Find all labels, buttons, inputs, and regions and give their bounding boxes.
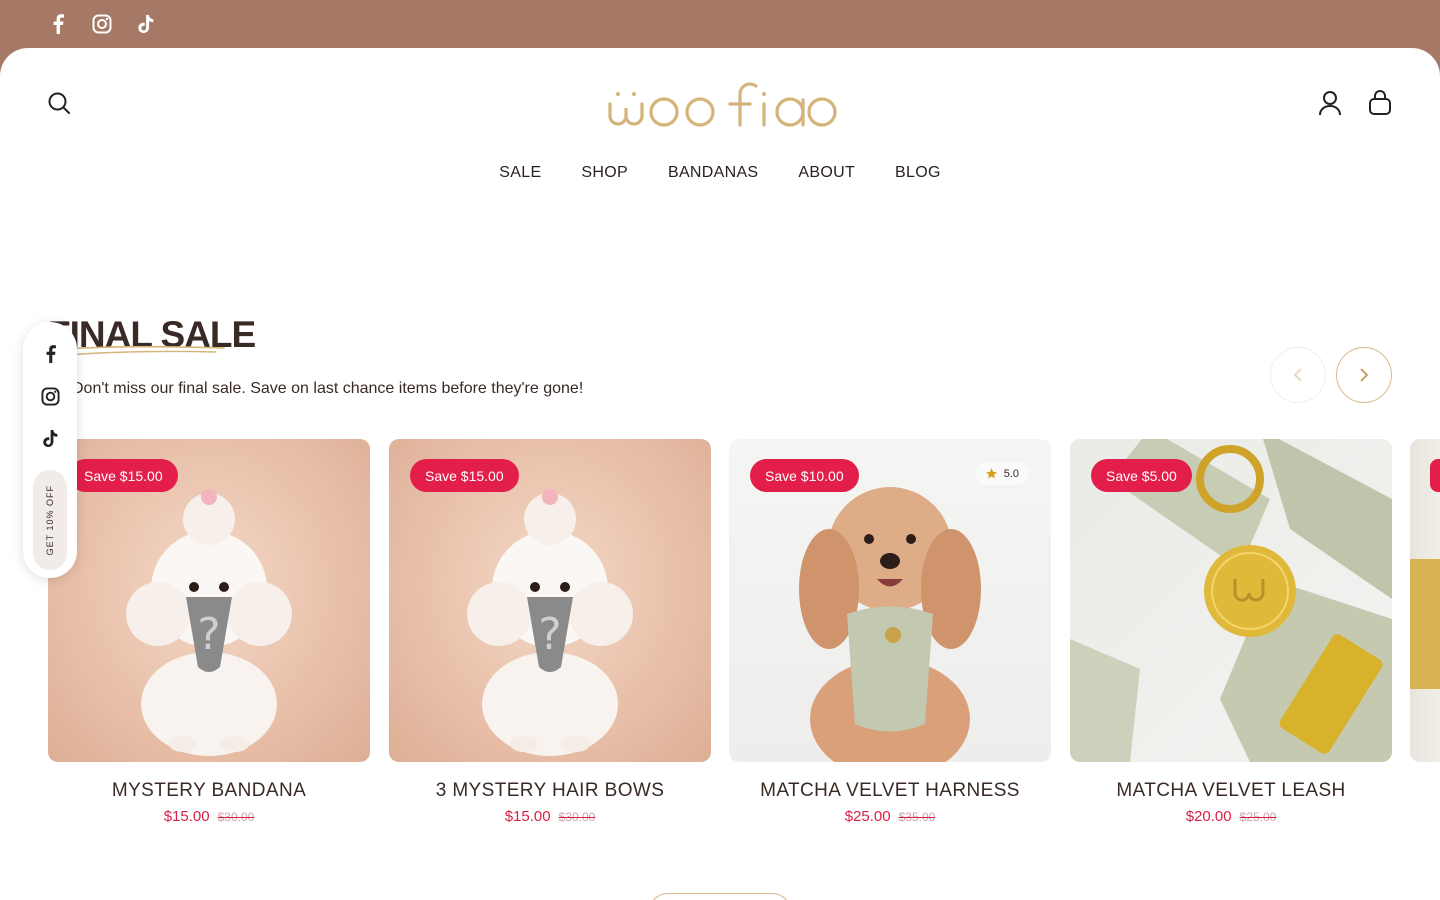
sale-price: $20.00 xyxy=(1185,808,1232,825)
carousel-next-button[interactable] xyxy=(1336,347,1392,403)
main-content: woofiao SALE SHOP BANDANAS xyxy=(0,48,1440,900)
product-image[interactable]: ? Save $15.00 xyxy=(389,439,711,762)
facebook-icon[interactable] xyxy=(38,342,62,366)
product-name[interactable]: MYSTERY BANDANA xyxy=(48,780,370,802)
star-icon xyxy=(985,468,997,479)
social-topbar xyxy=(0,0,1440,48)
sale-price: $15.00 xyxy=(504,808,551,825)
product-card[interactable]: ? Save $15.00 3 MYSTERY HAIR BOWS $15.00… xyxy=(389,439,711,825)
nav-item-bandanas[interactable]: BANDANAS xyxy=(648,160,778,186)
product-card[interactable]: Save $10.00 5.0 MATCHA VELVET HARNESS $2… xyxy=(729,439,1051,825)
product-image[interactable]: Save $10.00 5.0 xyxy=(729,439,1051,762)
floating-social-panel: GET 10% OFF xyxy=(23,322,77,578)
product-image[interactable]: Save $5.00 xyxy=(1070,439,1392,762)
save-badge: Save $15.00 xyxy=(69,459,178,492)
rating-badge: 5.0 xyxy=(974,462,1029,485)
original-price: $30.00 xyxy=(558,810,596,824)
tiktok-icon[interactable] xyxy=(38,426,62,450)
chevron-left-icon xyxy=(1293,368,1302,382)
product-image[interactable]: ? Save $15.00 xyxy=(48,439,370,762)
main-nav: SALE SHOP BANDANAS ABOUT BLOG xyxy=(0,160,1440,186)
product-name[interactable]: 3 MYSTERY HAIR BOWS xyxy=(389,780,711,802)
original-price: $35.00 xyxy=(898,810,936,824)
chevron-right-icon xyxy=(1360,368,1369,382)
account-icon[interactable] xyxy=(1316,89,1344,117)
original-price: $30.00 xyxy=(217,810,255,824)
rating-value: 5.0 xyxy=(1003,467,1019,480)
original-price: $25.00 xyxy=(1239,810,1277,824)
view-all-button[interactable] xyxy=(648,893,792,900)
carousel-prev-button[interactable] xyxy=(1270,347,1326,403)
product-name[interactable]: MATCHA VELVET HARNESS xyxy=(729,780,1051,802)
product-card[interactable]: ? Save $15.00 MYSTERY BANDANA $15.00 $30… xyxy=(48,439,370,825)
search-icon[interactable] xyxy=(45,89,73,117)
product-name[interactable]: MATCHA VELVET LEASH xyxy=(1070,780,1392,802)
svg-text:?: ? xyxy=(197,609,220,660)
save-badge: Save $5.00 xyxy=(1091,459,1192,492)
instagram-icon[interactable] xyxy=(90,12,114,36)
discount-tab-button[interactable]: GET 10% OFF xyxy=(33,470,67,570)
discount-tab-label: GET 10% OFF xyxy=(45,484,55,556)
nav-item-about[interactable]: ABOUT xyxy=(778,160,875,186)
product-card[interactable]: Save $5.00 MATCHA VELVET LEASH $20.00 $2… xyxy=(1070,439,1392,825)
nav-item-sale[interactable]: SALE xyxy=(479,160,561,186)
facebook-icon[interactable] xyxy=(46,12,70,36)
save-badge: Save $15.00 xyxy=(410,459,519,492)
svg-text:?: ? xyxy=(538,609,561,660)
brand-logo[interactable]: woofiao xyxy=(600,74,840,134)
save-badge: Save $10.00 xyxy=(750,459,859,492)
cart-icon[interactable] xyxy=(1366,89,1394,117)
tiktok-icon[interactable] xyxy=(134,12,158,36)
sale-price: $25.00 xyxy=(844,808,891,825)
nav-item-blog[interactable]: BLOG xyxy=(875,160,961,186)
sale-price: $15.00 xyxy=(163,808,210,825)
nav-item-shop[interactable]: SHOP xyxy=(561,160,648,186)
instagram-icon[interactable] xyxy=(38,384,62,408)
section-subtitle: Don't miss our final sale. Save on last … xyxy=(72,380,584,397)
product-card-partial[interactable] xyxy=(1410,439,1440,762)
